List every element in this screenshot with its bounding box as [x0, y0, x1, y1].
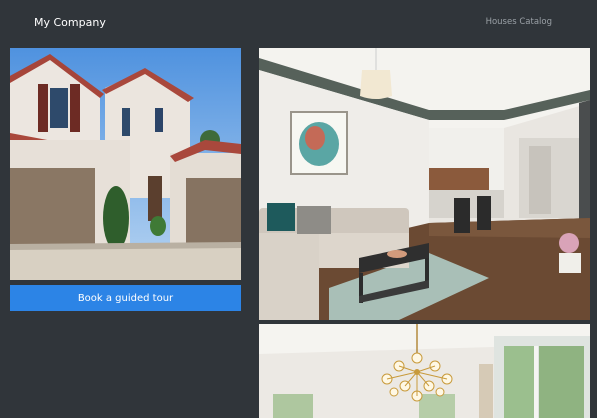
book-tour-button[interactable]: Book a guided tour: [10, 285, 241, 311]
nav-houses-catalog[interactable]: Houses Catalog: [486, 17, 552, 27]
brand-name[interactable]: My Company: [34, 16, 106, 29]
top-navbar: My Company Houses Catalog: [0, 0, 597, 46]
house-exterior-photo[interactable]: [10, 48, 241, 280]
living-room-photo[interactable]: [259, 48, 590, 320]
dining-room-photo[interactable]: [259, 324, 590, 418]
